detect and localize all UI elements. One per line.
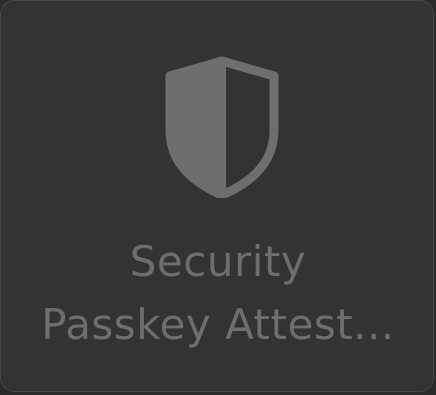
shield-icon <box>164 56 280 198</box>
tile-title-line-2: Passkey Attest... <box>41 300 395 349</box>
security-passkey-attestation-tile[interactable]: Security Passkey Attest... <box>0 0 434 392</box>
tile-title-line-1: Security <box>129 237 307 286</box>
